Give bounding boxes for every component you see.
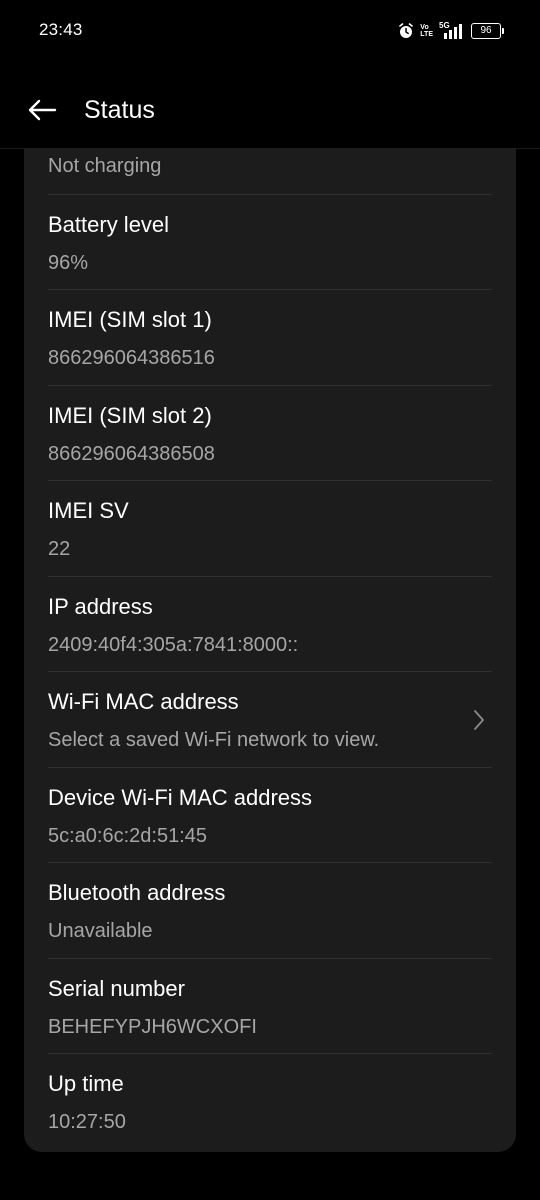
list-divider	[48, 576, 492, 577]
list-divider	[48, 194, 492, 195]
page-title: Status	[84, 96, 155, 124]
item-value: 866296064386516	[48, 347, 215, 369]
item-value: Select a saved Wi-Fi network to view.	[48, 729, 380, 751]
volte-bottom: LTE	[420, 31, 433, 38]
list-divider	[48, 958, 492, 959]
volte-indicator: Vo LTE	[420, 24, 433, 38]
list-item-battery-level[interactable]: Battery level 96%	[24, 194, 516, 289]
list-item-bluetooth-address[interactable]: Bluetooth address Unavailable	[24, 862, 516, 957]
list-divider	[48, 1053, 492, 1054]
item-value: BEHEFYPJH6WCXOFI	[48, 1016, 257, 1038]
list-item-imei-sim2[interactable]: IMEI (SIM slot 2) 866296064386508	[24, 385, 516, 480]
item-value: 2409:40f4:305a:7841:8000::	[48, 634, 299, 656]
list-divider	[48, 767, 492, 768]
status-list-card: Not charging Battery level 96% IMEI (SIM…	[24, 148, 516, 1152]
item-value: 96%	[48, 252, 89, 274]
item-value: 5c:a0:6c:2d:51:45	[48, 825, 208, 847]
status-bar: 23:43 Vo LTE 5G 96	[0, 0, 540, 64]
item-title: IMEI SV	[48, 498, 129, 523]
list-item-ip-address[interactable]: IP address 2409:40f4:305a:7841:8000::	[24, 576, 516, 671]
list-divider	[48, 289, 492, 290]
item-value: 10:27:50	[48, 1111, 126, 1133]
item-title: Battery level	[48, 212, 170, 237]
status-icons: Vo LTE 5G 96	[398, 20, 504, 42]
list-divider	[48, 385, 492, 386]
list-item-serial-number[interactable]: Serial number BEHEFYPJH6WCXOFI	[24, 958, 516, 1053]
battery-level: 96	[471, 23, 501, 39]
item-title: IMEI (SIM slot 2)	[48, 403, 212, 428]
network-indicator: 5G	[439, 21, 465, 40]
list-item-wifi-mac[interactable]: Wi-Fi MAC address Select a saved Wi-Fi n…	[24, 671, 516, 766]
list-item-imei-sv[interactable]: IMEI SV 22	[24, 480, 516, 575]
list-divider	[48, 862, 492, 863]
item-title: IP address	[48, 594, 153, 619]
battery-tip	[502, 28, 504, 34]
list-divider	[48, 671, 492, 672]
item-title: IMEI (SIM slot 1)	[48, 307, 212, 332]
item-title: Device Wi-Fi MAC address	[48, 785, 313, 810]
app-bar: Status	[0, 64, 540, 148]
item-title: Bluetooth address	[48, 880, 226, 905]
item-value: 22	[48, 538, 71, 560]
list-item-device-wifi-mac[interactable]: Device Wi-Fi MAC address 5c:a0:6c:2d:51:…	[24, 767, 516, 862]
list-item-up-time[interactable]: Up time 10:27:50	[24, 1053, 516, 1148]
item-title: Up time	[48, 1071, 124, 1096]
battery-icon: 96	[471, 23, 504, 39]
signal-bars-icon	[444, 24, 462, 39]
item-value: 866296064386508	[48, 443, 215, 465]
item-value: Unavailable	[48, 920, 153, 942]
chevron-right-icon	[474, 710, 484, 730]
list-divider	[48, 480, 492, 481]
item-title: Wi-Fi MAC address	[48, 689, 239, 714]
item-title: Serial number	[48, 976, 185, 1001]
arrow-left-icon	[28, 99, 57, 121]
back-button[interactable]	[24, 92, 60, 128]
alarm-clock-icon	[398, 23, 414, 39]
volte-top: Vo	[420, 24, 429, 31]
battery-status-value: Not charging	[48, 155, 162, 177]
status-time: 23:43	[39, 20, 83, 39]
list-item-imei-sim1[interactable]: IMEI (SIM slot 1) 866296064386516	[24, 289, 516, 384]
